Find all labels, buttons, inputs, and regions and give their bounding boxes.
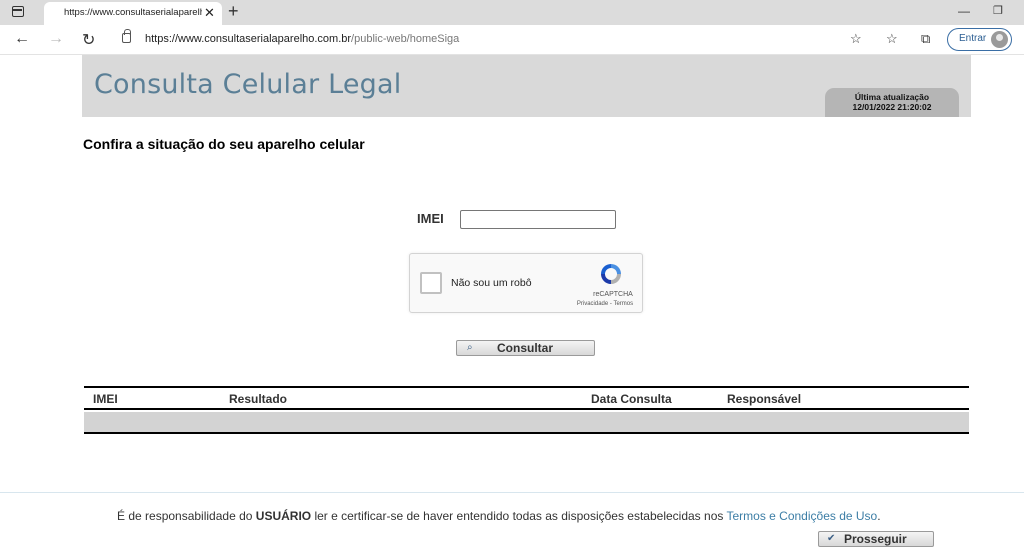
recaptcha-logo-icon — [601, 264, 621, 284]
site-title: Consulta Celular Legal — [94, 69, 402, 100]
recaptcha-widget: Não sou um robô reCAPTCHA Privacidade - … — [409, 253, 643, 313]
proceed-label: Prosseguir — [844, 532, 907, 546]
recaptcha-links[interactable]: Privacidade - Termos — [570, 301, 640, 307]
url-text: https://www.consultaserialaparelho.com.b… — [145, 33, 459, 45]
favorites-icon[interactable]: ☆ — [886, 31, 898, 47]
url-field[interactable]: https://www.consultaserialaparelho.com.b… — [113, 29, 838, 51]
page-subtitle: Confira a situação do seu aparelho celul… — [83, 136, 365, 152]
imei-input[interactable] — [460, 210, 616, 229]
address-bar: ← → ↻ https://www.consultaserialaparelho… — [0, 25, 1024, 55]
restore-window-icon[interactable]: ❐ — [993, 4, 1003, 17]
browser-tab[interactable]: https://www.consultaserialaparelho.com.b… — [44, 2, 222, 25]
results-table: IMEI Resultado Data Consulta Responsável — [84, 386, 969, 434]
signin-label: Entrar — [959, 33, 987, 44]
column-header-date: Data Consulta — [591, 392, 672, 406]
table-row — [84, 412, 969, 432]
proceed-button[interactable]: ✔ Prosseguir — [818, 531, 934, 547]
url-path: /public-web/homeSiga — [351, 33, 460, 45]
add-favorite-icon[interactable]: ☆ — [850, 31, 862, 47]
terms-text-user: USUÁRIO — [255, 509, 312, 523]
new-tab-icon[interactable]: + — [228, 1, 239, 22]
last-update-badge: Última atualização 12/01/2022 21:20:02 — [825, 88, 959, 117]
terms-notice-text: É de responsabilidade do USUÁRIO ler e c… — [117, 509, 881, 523]
terms-link[interactable]: Termos e Condições de Uso — [726, 509, 877, 523]
signin-button[interactable]: Entrar — [947, 28, 1012, 51]
recaptcha-checkbox[interactable] — [420, 272, 442, 294]
browser-tab-bar: https://www.consultaserialaparelho.com.b… — [0, 0, 1024, 25]
tab-actions-icon[interactable] — [12, 6, 24, 17]
consult-label: Consultar — [497, 341, 554, 355]
avatar-icon — [991, 31, 1008, 48]
lock-icon[interactable] — [122, 29, 131, 43]
search-icon: ⌕ — [467, 342, 473, 353]
minimize-icon[interactable]: — — [958, 4, 970, 18]
last-update-label: Última atualização — [854, 92, 930, 102]
close-tab-icon[interactable]: ✕ — [204, 5, 215, 21]
page-header: Consulta Celular Legal Última atualizaçã… — [82, 55, 971, 117]
last-update-date: 12/01/2022 21:20:02 — [852, 102, 932, 112]
url-host: https://www.consultaserialaparelho.com.b… — [145, 33, 352, 45]
forward-arrow-icon[interactable]: → — [48, 30, 64, 48]
column-header-imei: IMEI — [93, 392, 118, 406]
check-icon: ✔ — [827, 533, 836, 544]
table-header: IMEI Resultado Data Consulta Responsável — [84, 388, 969, 410]
terms-text-after: ler e certificar-se de haver entendido t… — [311, 509, 727, 523]
tab-title: https://www.consultaserialaparelho.com.b… — [64, 7, 202, 18]
collections-icon[interactable]: ⧉ — [921, 31, 930, 47]
terms-text-end: . — [877, 509, 881, 523]
consult-button[interactable]: ⌕ Consultar — [456, 340, 595, 356]
column-header-result: Resultado — [229, 392, 288, 406]
column-header-responsible: Responsável — [727, 392, 802, 406]
terms-text-before: É de responsabilidade do — [117, 509, 256, 523]
back-arrow-icon[interactable]: ← — [14, 30, 30, 48]
terms-notice-bar: É de responsabilidade do USUÁRIO ler e c… — [0, 492, 1024, 557]
recaptcha-brand: reCAPTCHA — [593, 291, 633, 298]
imei-label: IMEI — [417, 211, 444, 226]
refresh-icon[interactable]: ↻ — [82, 30, 95, 50]
recaptcha-label: Não sou um robô — [451, 277, 532, 289]
